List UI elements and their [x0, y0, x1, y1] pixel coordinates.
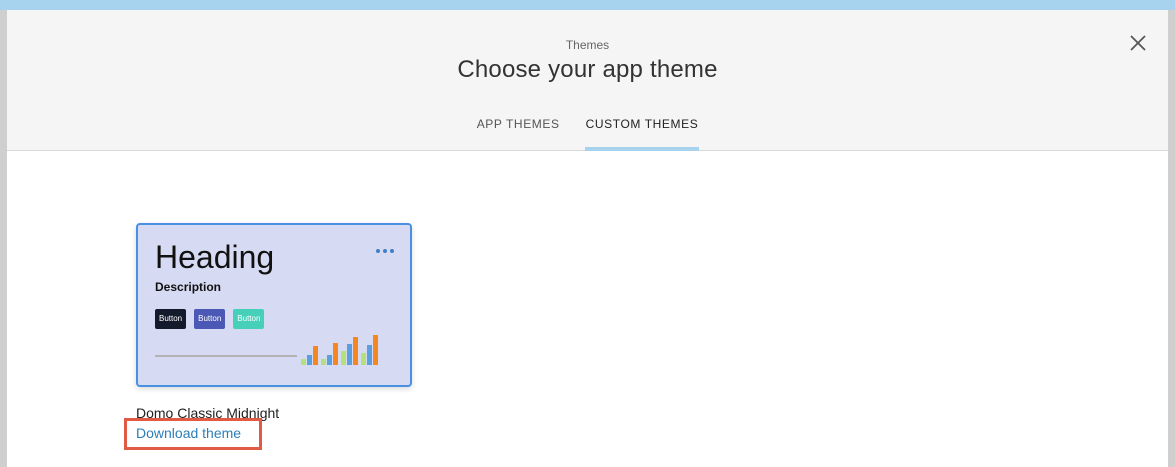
preview-bar — [313, 346, 318, 365]
preview-line-graphic — [155, 355, 297, 357]
preview-description: Description — [155, 280, 222, 294]
preview-bar — [373, 335, 378, 365]
top-accent-strip — [0, 0, 1175, 10]
preview-heading: Heading — [155, 239, 275, 275]
preview-button-primary: Button — [194, 309, 226, 329]
more-horizontal-icon[interactable] — [376, 245, 396, 255]
theme-preview-card[interactable]: Heading Description Button Button Button — [136, 223, 412, 387]
preview-button-dark: Button — [155, 309, 187, 329]
preview-bar — [347, 344, 352, 365]
modal-title: Choose your app theme — [457, 56, 718, 83]
preview-buttons: Button Button Button — [155, 309, 265, 329]
preview-bar — [321, 359, 326, 365]
close-icon[interactable] — [1127, 32, 1149, 54]
annotation-highlight-box — [124, 418, 262, 450]
preview-bar — [341, 351, 346, 365]
preview-bar — [353, 337, 358, 365]
preview-button-accent: Button — [233, 309, 265, 329]
preview-bar — [333, 343, 338, 365]
modal-header: Themes Choose your app theme APP THEMES … — [7, 10, 1168, 151]
modal-eyebrow: Themes — [565, 38, 610, 52]
theme-tabs: APP THEMES CUSTOM THEMES — [7, 108, 1168, 151]
preview-bar — [327, 355, 332, 365]
tab-custom-themes[interactable]: CUSTOM THEMES — [584, 108, 700, 151]
tab-app-themes[interactable]: APP THEMES — [476, 108, 561, 150]
preview-bar-graphic — [301, 333, 383, 365]
theme-modal: Themes Choose your app theme APP THEMES … — [7, 10, 1168, 467]
preview-bar — [361, 353, 366, 365]
preview-bar — [367, 345, 372, 365]
preview-bar — [307, 355, 312, 365]
preview-bar — [301, 359, 306, 365]
